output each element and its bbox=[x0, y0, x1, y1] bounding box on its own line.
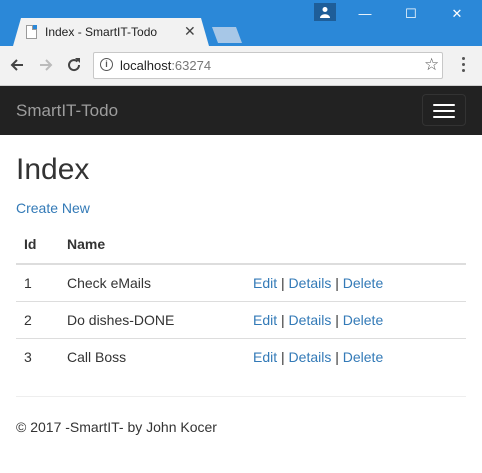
close-window-button[interactable]: ✕ bbox=[434, 2, 480, 26]
tab-close-icon[interactable]: ✕ bbox=[184, 23, 196, 39]
navbar-toggle-button[interactable] bbox=[422, 94, 466, 126]
address-bar[interactable]: i localhost:63274 ☆ bbox=[93, 52, 443, 79]
table-row: 1 Check eMails Edit | Details | Delete bbox=[16, 263, 466, 302]
table-header-row: Id Name bbox=[16, 225, 466, 265]
page-title: Index bbox=[16, 153, 90, 186]
reload-button[interactable] bbox=[63, 54, 85, 76]
create-new-link[interactable]: Create New bbox=[16, 200, 90, 216]
column-header-actions bbox=[245, 225, 466, 265]
delete-link[interactable]: Delete bbox=[343, 349, 383, 365]
row-name: Call Boss bbox=[59, 338, 245, 375]
todo-table: Id Name 1 Check eMails Edit | Details | bbox=[16, 225, 466, 375]
page-favicon-icon bbox=[26, 25, 37, 39]
details-link[interactable]: Details bbox=[289, 349, 332, 365]
delete-link[interactable]: Delete bbox=[343, 312, 383, 328]
edit-link[interactable]: Edit bbox=[253, 275, 277, 291]
row-name: Do dishes-DONE bbox=[59, 301, 245, 339]
person-icon bbox=[320, 7, 330, 18]
tab-title: Index - SmartIT-Todo bbox=[45, 25, 158, 39]
browser-tab[interactable]: Index - SmartIT-Todo ✕ bbox=[13, 18, 209, 46]
browser-window: Index - SmartIT-Todo ✕ — ☐ ✕ i localhost… bbox=[0, 0, 482, 473]
details-link[interactable]: Details bbox=[289, 275, 332, 291]
profile-button[interactable] bbox=[314, 3, 336, 21]
minimize-button[interactable]: — bbox=[342, 2, 388, 26]
info-icon[interactable]: i bbox=[100, 58, 113, 71]
table-row: 2 Do dishes-DONE Edit | Details | Delete bbox=[16, 301, 466, 339]
maximize-button[interactable]: ☐ bbox=[388, 2, 434, 26]
site-navbar: SmartIT-Todo bbox=[0, 86, 482, 135]
row-id: 1 bbox=[16, 263, 59, 302]
row-id: 2 bbox=[16, 301, 59, 339]
edit-link[interactable]: Edit bbox=[253, 312, 277, 328]
page-viewport: SmartIT-Todo Index Create New Id Name 1 … bbox=[0, 86, 482, 473]
delete-link[interactable]: Delete bbox=[343, 275, 383, 291]
forward-button[interactable] bbox=[35, 54, 57, 76]
column-header-name: Name bbox=[59, 225, 245, 265]
footer-divider bbox=[16, 396, 466, 397]
reload-icon bbox=[68, 58, 81, 72]
url-text[interactable]: localhost:63274 bbox=[120, 58, 211, 73]
row-actions: Edit | Details | Delete bbox=[245, 301, 466, 339]
row-id: 3 bbox=[16, 338, 59, 375]
more-vert-icon[interactable] bbox=[455, 54, 471, 76]
footer-text: © 2017 -SmartIT- by John Kocer bbox=[16, 419, 217, 435]
browser-toolbar: i localhost:63274 ☆ bbox=[0, 46, 482, 86]
navbar-brand[interactable]: SmartIT-Todo bbox=[16, 101, 118, 121]
table-row: 3 Call Boss Edit | Details | Delete bbox=[16, 338, 466, 375]
new-tab-button[interactable] bbox=[212, 27, 242, 43]
arrow-right-icon bbox=[40, 59, 53, 71]
edit-link[interactable]: Edit bbox=[253, 349, 277, 365]
tab-strip: Index - SmartIT-Todo ✕ — ☐ ✕ bbox=[0, 0, 482, 46]
back-button[interactable] bbox=[6, 54, 28, 76]
hamburger-icon bbox=[433, 104, 455, 106]
details-link[interactable]: Details bbox=[289, 312, 332, 328]
row-actions: Edit | Details | Delete bbox=[245, 263, 466, 302]
star-icon[interactable]: ☆ bbox=[424, 55, 439, 75]
column-header-id: Id bbox=[16, 225, 59, 265]
row-actions: Edit | Details | Delete bbox=[245, 338, 466, 375]
arrow-left-icon bbox=[10, 59, 23, 71]
row-name: Check eMails bbox=[59, 263, 245, 302]
